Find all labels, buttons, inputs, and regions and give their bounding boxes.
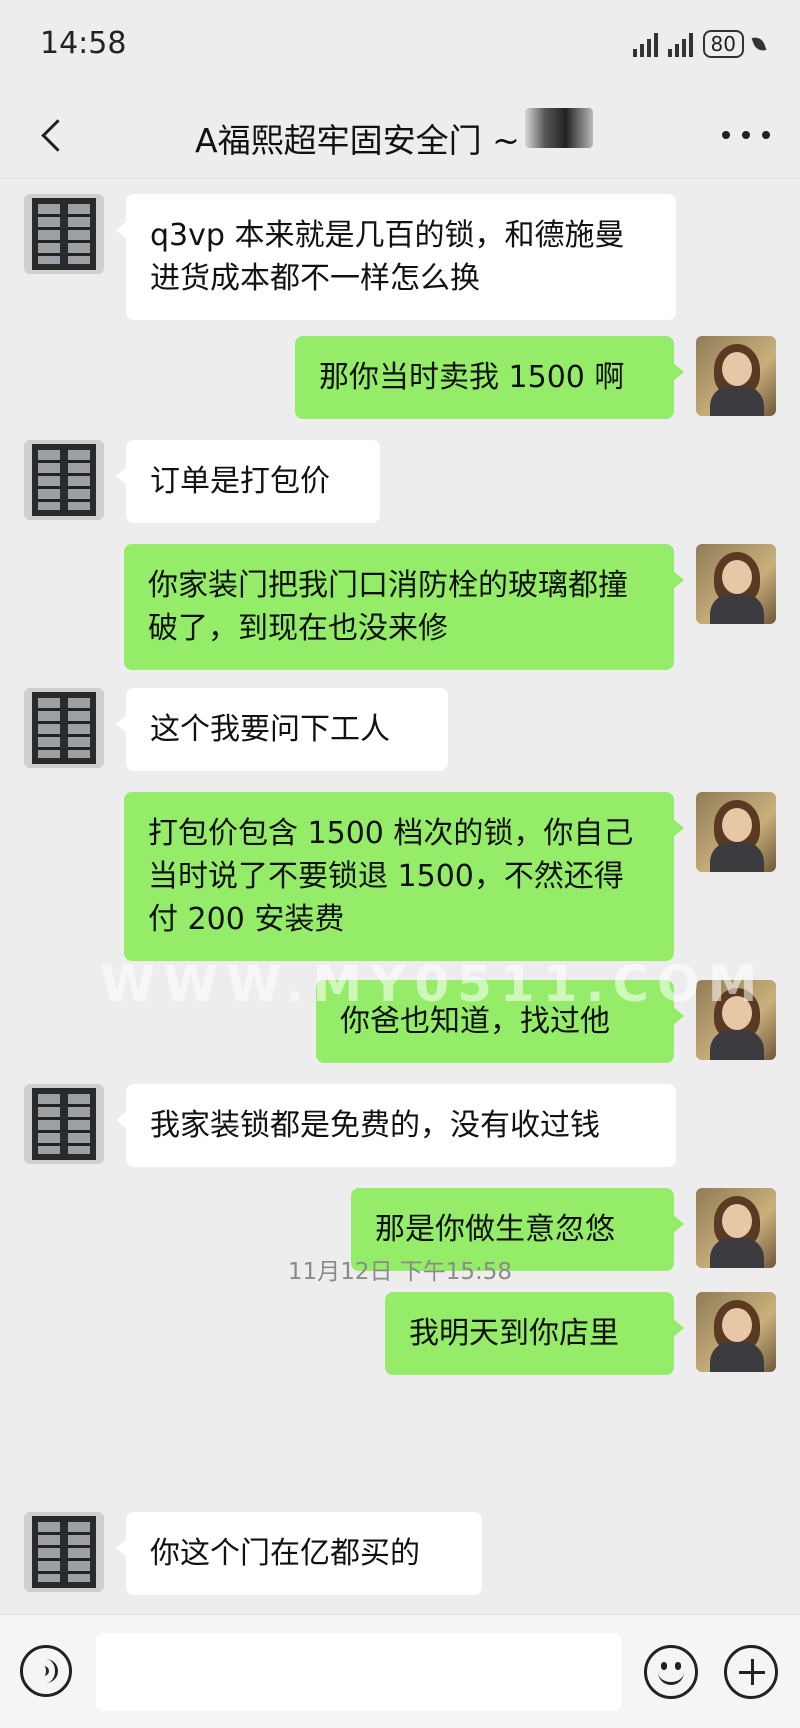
my-avatar[interactable] — [696, 792, 776, 872]
chat-title: A福熙超牢固安全门 ~ — [195, 121, 520, 160]
message-bubble[interactable]: 你家装门把我门口消防栓的玻璃都撞破了，到现在也没来修 — [124, 544, 684, 670]
emoji-icon[interactable] — [644, 1645, 698, 1699]
message-bubble[interactable]: 我家装锁都是免费的，没有收过钱 — [116, 1084, 676, 1167]
battery-icon: 80 — [702, 30, 744, 58]
redacted-name — [525, 108, 593, 148]
nav-bar: A福熙超牢固安全门 ~ — [0, 92, 800, 179]
voice-icon[interactable] — [20, 1645, 72, 1697]
signal-icon-2 — [667, 31, 693, 57]
message-list[interactable]: q3vp 本来就是几百的锁，和德施曼进货成本都不一样怎么换那你当时卖我 1500… — [0, 178, 800, 1614]
status-bar: 14:58 80 — [0, 0, 800, 92]
message-bubble[interactable]: q3vp 本来就是几百的锁，和德施曼进货成本都不一样怎么换 — [116, 194, 676, 320]
message-bubble[interactable]: 这个我要问下工人 — [116, 688, 448, 771]
status-icons: 80 — [632, 30, 767, 58]
status-time: 14:58 — [40, 26, 127, 61]
message-bubble[interactable]: 你这个门在亿都买的 — [116, 1512, 482, 1595]
message-bubble[interactable]: 订单是打包价 — [116, 440, 380, 523]
message-bubble[interactable]: 我明天到你店里 — [385, 1292, 684, 1375]
my-avatar[interactable] — [696, 544, 776, 624]
power-saving-icon — [751, 34, 767, 54]
timestamp: 11月12日 下午15:58 — [287, 1259, 513, 1285]
contact-avatar[interactable] — [24, 194, 104, 274]
watermark: WWW.MY0511.COM — [100, 955, 766, 1013]
chevron-left-icon — [40, 118, 74, 152]
signal-icon — [632, 31, 658, 57]
contact-avatar[interactable] — [24, 688, 104, 768]
contact-avatar[interactable] — [24, 1084, 104, 1164]
message-input[interactable] — [96, 1633, 622, 1711]
my-avatar[interactable] — [696, 336, 776, 416]
input-bar — [0, 1614, 800, 1728]
message-bubble[interactable]: 那你当时卖我 1500 啊 — [295, 336, 684, 419]
more-button[interactable] — [722, 120, 770, 150]
message-bubble[interactable]: 打包价包含 1500 档次的锁，你自己当时说了不要锁退 1500，不然还得付 2… — [124, 792, 684, 961]
plus-icon[interactable] — [724, 1645, 778, 1699]
back-button[interactable] — [28, 110, 78, 160]
contact-avatar[interactable] — [24, 1512, 104, 1592]
my-avatar[interactable] — [696, 1292, 776, 1372]
contact-avatar[interactable] — [24, 440, 104, 520]
